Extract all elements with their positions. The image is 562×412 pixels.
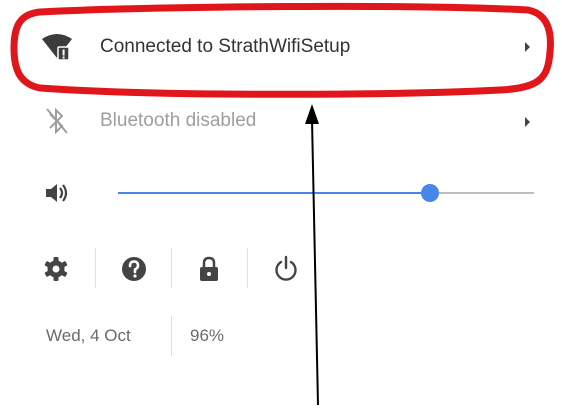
help-icon[interactable] — [120, 255, 148, 283]
divider — [247, 248, 248, 288]
wifi-warning-icon — [42, 34, 72, 61]
battery-label[interactable]: 96% — [190, 326, 224, 346]
bluetooth-disabled-icon — [46, 107, 68, 135]
volume-row — [0, 172, 562, 216]
volume-slider[interactable] — [118, 184, 534, 202]
bluetooth-row[interactable]: Bluetooth disabled — [0, 96, 562, 146]
network-label: Connected to StrathWifiSetup — [100, 36, 351, 57]
bluetooth-label: Bluetooth disabled — [100, 110, 257, 131]
date-label[interactable]: Wed, 4 Oct — [46, 326, 131, 346]
gear-icon[interactable] — [42, 255, 70, 283]
network-row[interactable]: Connected to StrathWifiSetup — [0, 10, 562, 84]
volume-slider-fill — [118, 192, 430, 194]
status-row: Wed, 4 Oct 96% — [0, 314, 562, 358]
divider — [95, 248, 96, 288]
chevron-right-icon — [525, 42, 530, 52]
action-bar — [0, 246, 562, 292]
power-icon[interactable] — [272, 255, 300, 283]
volume-slider-thumb[interactable] — [421, 184, 439, 202]
chevron-right-icon — [525, 117, 530, 127]
speaker-icon[interactable] — [44, 181, 72, 205]
divider — [171, 316, 172, 356]
divider — [171, 248, 172, 288]
lock-icon[interactable] — [197, 255, 221, 283]
